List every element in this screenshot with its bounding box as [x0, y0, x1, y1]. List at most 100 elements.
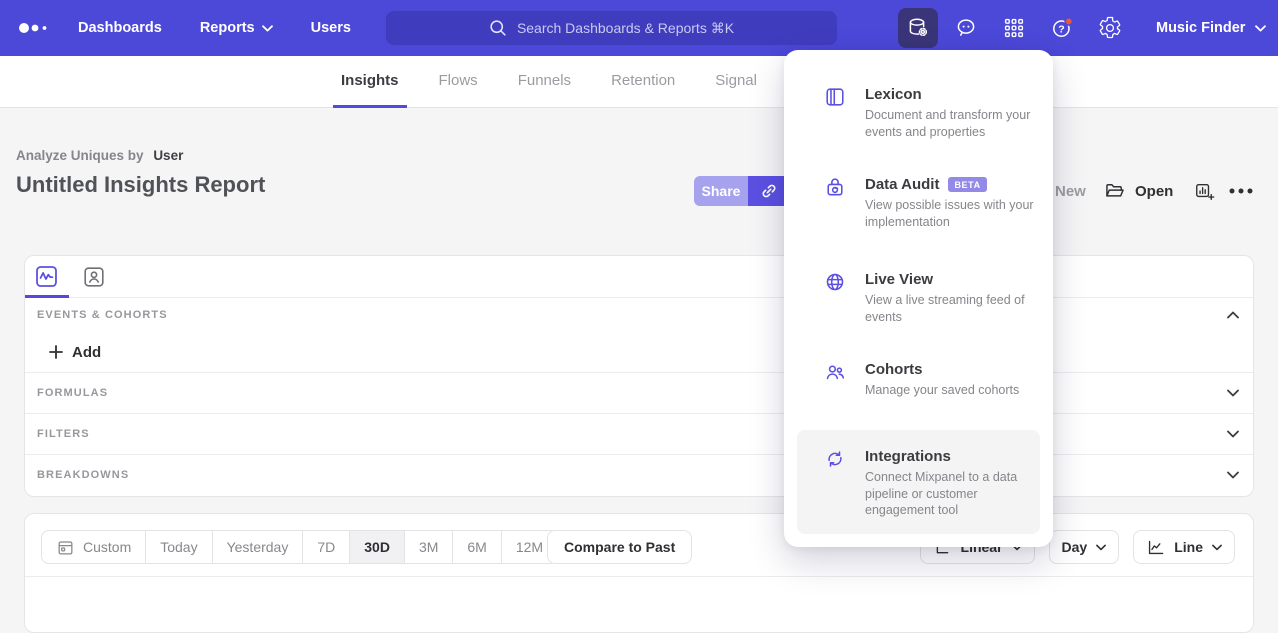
nav-item-reports[interactable]: Reports — [200, 20, 273, 36]
range-7d[interactable]: 7D — [302, 531, 349, 563]
breakdowns-section[interactable]: BREAKDOWNS — [25, 454, 1253, 495]
link-icon — [758, 180, 780, 202]
share-button-group: Share — [694, 176, 790, 206]
menu-item-integrations[interactable]: Integrations Connect Mixpanel to a data … — [784, 448, 1053, 519]
expand-section-button[interactable] — [1227, 389, 1239, 397]
nav-item-label: Reports — [200, 20, 255, 36]
filters-section[interactable]: FILTERS — [25, 413, 1253, 454]
chevron-down-icon — [1227, 471, 1239, 479]
nav-item-users[interactable]: Users — [311, 20, 351, 36]
range-30d[interactable]: 30D — [349, 531, 404, 563]
chart-type-dropdown[interactable]: Line — [1133, 530, 1235, 564]
add-to-dashboard-button[interactable] — [1194, 181, 1216, 203]
tab-user-profiles[interactable] — [81, 264, 107, 290]
chevron-down-icon — [262, 25, 273, 32]
nav-item-label: Dashboards — [78, 20, 162, 36]
search-input[interactable]: Search Dashboards & Reports ⌘K — [386, 11, 837, 45]
cohorts-people-icon — [824, 361, 846, 383]
expand-section-button[interactable] — [1227, 430, 1239, 438]
chat-bubble-icon — [954, 16, 978, 40]
database-gear-icon — [906, 16, 930, 40]
project-selector[interactable]: Music Finder — [1156, 0, 1266, 56]
section-header: FILTERS — [37, 428, 90, 440]
add-event-row: Add — [25, 332, 1253, 372]
nav-links: Dashboards Reports Users — [78, 0, 351, 56]
data-audit-lock-icon — [824, 176, 846, 198]
help-button[interactable]: ? — [1050, 16, 1074, 40]
feedback-chat-button[interactable] — [954, 16, 978, 40]
open-report-button[interactable]: Open — [1104, 176, 1173, 206]
tab-flows[interactable]: Flows — [431, 56, 486, 108]
report-tabs: Insights Flows Funnels Retention Signal … — [333, 56, 850, 108]
collapse-section-button[interactable] — [1227, 311, 1239, 319]
live-view-globe-icon — [824, 271, 846, 293]
chevron-down-icon — [1096, 544, 1106, 551]
ellipsis-icon — [1228, 186, 1254, 196]
menu-item-live-view[interactable]: Live View View a live streaming feed of … — [784, 271, 1053, 325]
menu-item-lexicon[interactable]: Lexicon Document and transform your even… — [784, 86, 1053, 140]
help-icon: ? — [1050, 16, 1074, 40]
add-event-button[interactable]: Add — [49, 344, 101, 361]
tab-events-metrics[interactable] — [33, 264, 59, 290]
share-button[interactable]: Share — [694, 176, 748, 206]
report-tabbar: Insights Flows Funnels Retention Signal … — [0, 56, 1278, 108]
analyze-value[interactable]: User — [153, 148, 183, 163]
chevron-down-icon — [1255, 25, 1266, 32]
gear-icon — [1098, 16, 1122, 40]
calendar-icon — [56, 538, 75, 557]
menu-item-description: Connect Mixpanel to a data pipeline or c… — [865, 469, 1045, 519]
more-options-button[interactable] — [1228, 186, 1254, 196]
query-builder-panel: EVENTS & COHORTS Add FORMULAS FILTERS BR… — [24, 255, 1254, 497]
section-header: BREAKDOWNS — [37, 469, 129, 481]
mixpanel-logo-dots-icon[interactable] — [18, 20, 52, 36]
plus-icon — [49, 345, 63, 359]
line-chart-icon — [1146, 538, 1165, 557]
tab-retention[interactable]: Retention — [603, 56, 683, 108]
svg-text:?: ? — [1058, 23, 1064, 35]
range-3m[interactable]: 3M — [404, 531, 452, 563]
user-profile-icon — [82, 265, 106, 289]
menu-item-data-audit[interactable]: Data Audit BETA View possible issues wit… — [784, 176, 1053, 230]
range-yesterday[interactable]: Yesterday — [212, 531, 303, 563]
menu-item-description: Document and transform your events and p… — [865, 107, 1045, 140]
search-placeholder: Search Dashboards & Reports ⌘K — [517, 20, 734, 37]
nav-item-dashboards[interactable]: Dashboards — [78, 20, 162, 36]
data-management-button[interactable] — [898, 8, 938, 48]
compare-to-past-button[interactable]: Compare to Past — [547, 530, 692, 564]
notification-dot — [1065, 18, 1072, 25]
expand-section-button[interactable] — [1227, 471, 1239, 479]
nav-item-label: Users — [311, 20, 351, 36]
menu-item-title: Data Audit BETA — [865, 176, 1045, 193]
date-range-group: Custom Today Yesterday 7D 30D 3M 6M 12M — [41, 530, 558, 564]
new-report-button[interactable]: New — [1055, 176, 1086, 206]
tab-funnels[interactable]: Funnels — [510, 56, 579, 108]
menu-item-title: Integrations — [865, 448, 1045, 465]
section-header: EVENTS & COHORTS — [37, 309, 168, 321]
menu-item-title: Cohorts — [865, 361, 1045, 378]
integrations-sync-icon — [824, 448, 846, 470]
chart-add-icon — [1194, 181, 1216, 203]
page-title[interactable]: Untitled Insights Report — [16, 172, 265, 198]
section-header: FORMULAS — [37, 387, 108, 399]
panel-divider — [25, 576, 1253, 577]
analyze-label: Analyze Uniques by — [16, 148, 144, 163]
settings-button[interactable] — [1098, 16, 1122, 40]
analyze-breadcrumb: Analyze Uniques by User — [16, 148, 183, 163]
range-today[interactable]: Today — [145, 531, 211, 563]
tab-insights[interactable]: Insights — [333, 56, 407, 108]
chevron-up-icon — [1227, 311, 1239, 319]
chevron-down-icon — [1227, 389, 1239, 397]
formulas-section[interactable]: FORMULAS — [25, 372, 1253, 413]
project-name: Music Finder — [1156, 20, 1245, 36]
menu-item-cohorts[interactable]: Cohorts Manage your saved cohorts — [784, 361, 1053, 399]
range-custom[interactable]: Custom — [42, 531, 145, 563]
menu-item-description: Manage your saved cohorts — [865, 382, 1045, 399]
menu-item-description: View possible issues with your implement… — [865, 197, 1045, 230]
tab-signal[interactable]: Signal — [707, 56, 765, 108]
apps-grid-button[interactable] — [1002, 16, 1026, 40]
range-6m[interactable]: 6M — [452, 531, 500, 563]
insights-chart-icon — [34, 264, 59, 289]
events-cohorts-section[interactable]: EVENTS & COHORTS — [25, 298, 1253, 332]
interval-dropdown[interactable]: Day — [1049, 530, 1120, 564]
chevron-down-icon — [1227, 430, 1239, 438]
